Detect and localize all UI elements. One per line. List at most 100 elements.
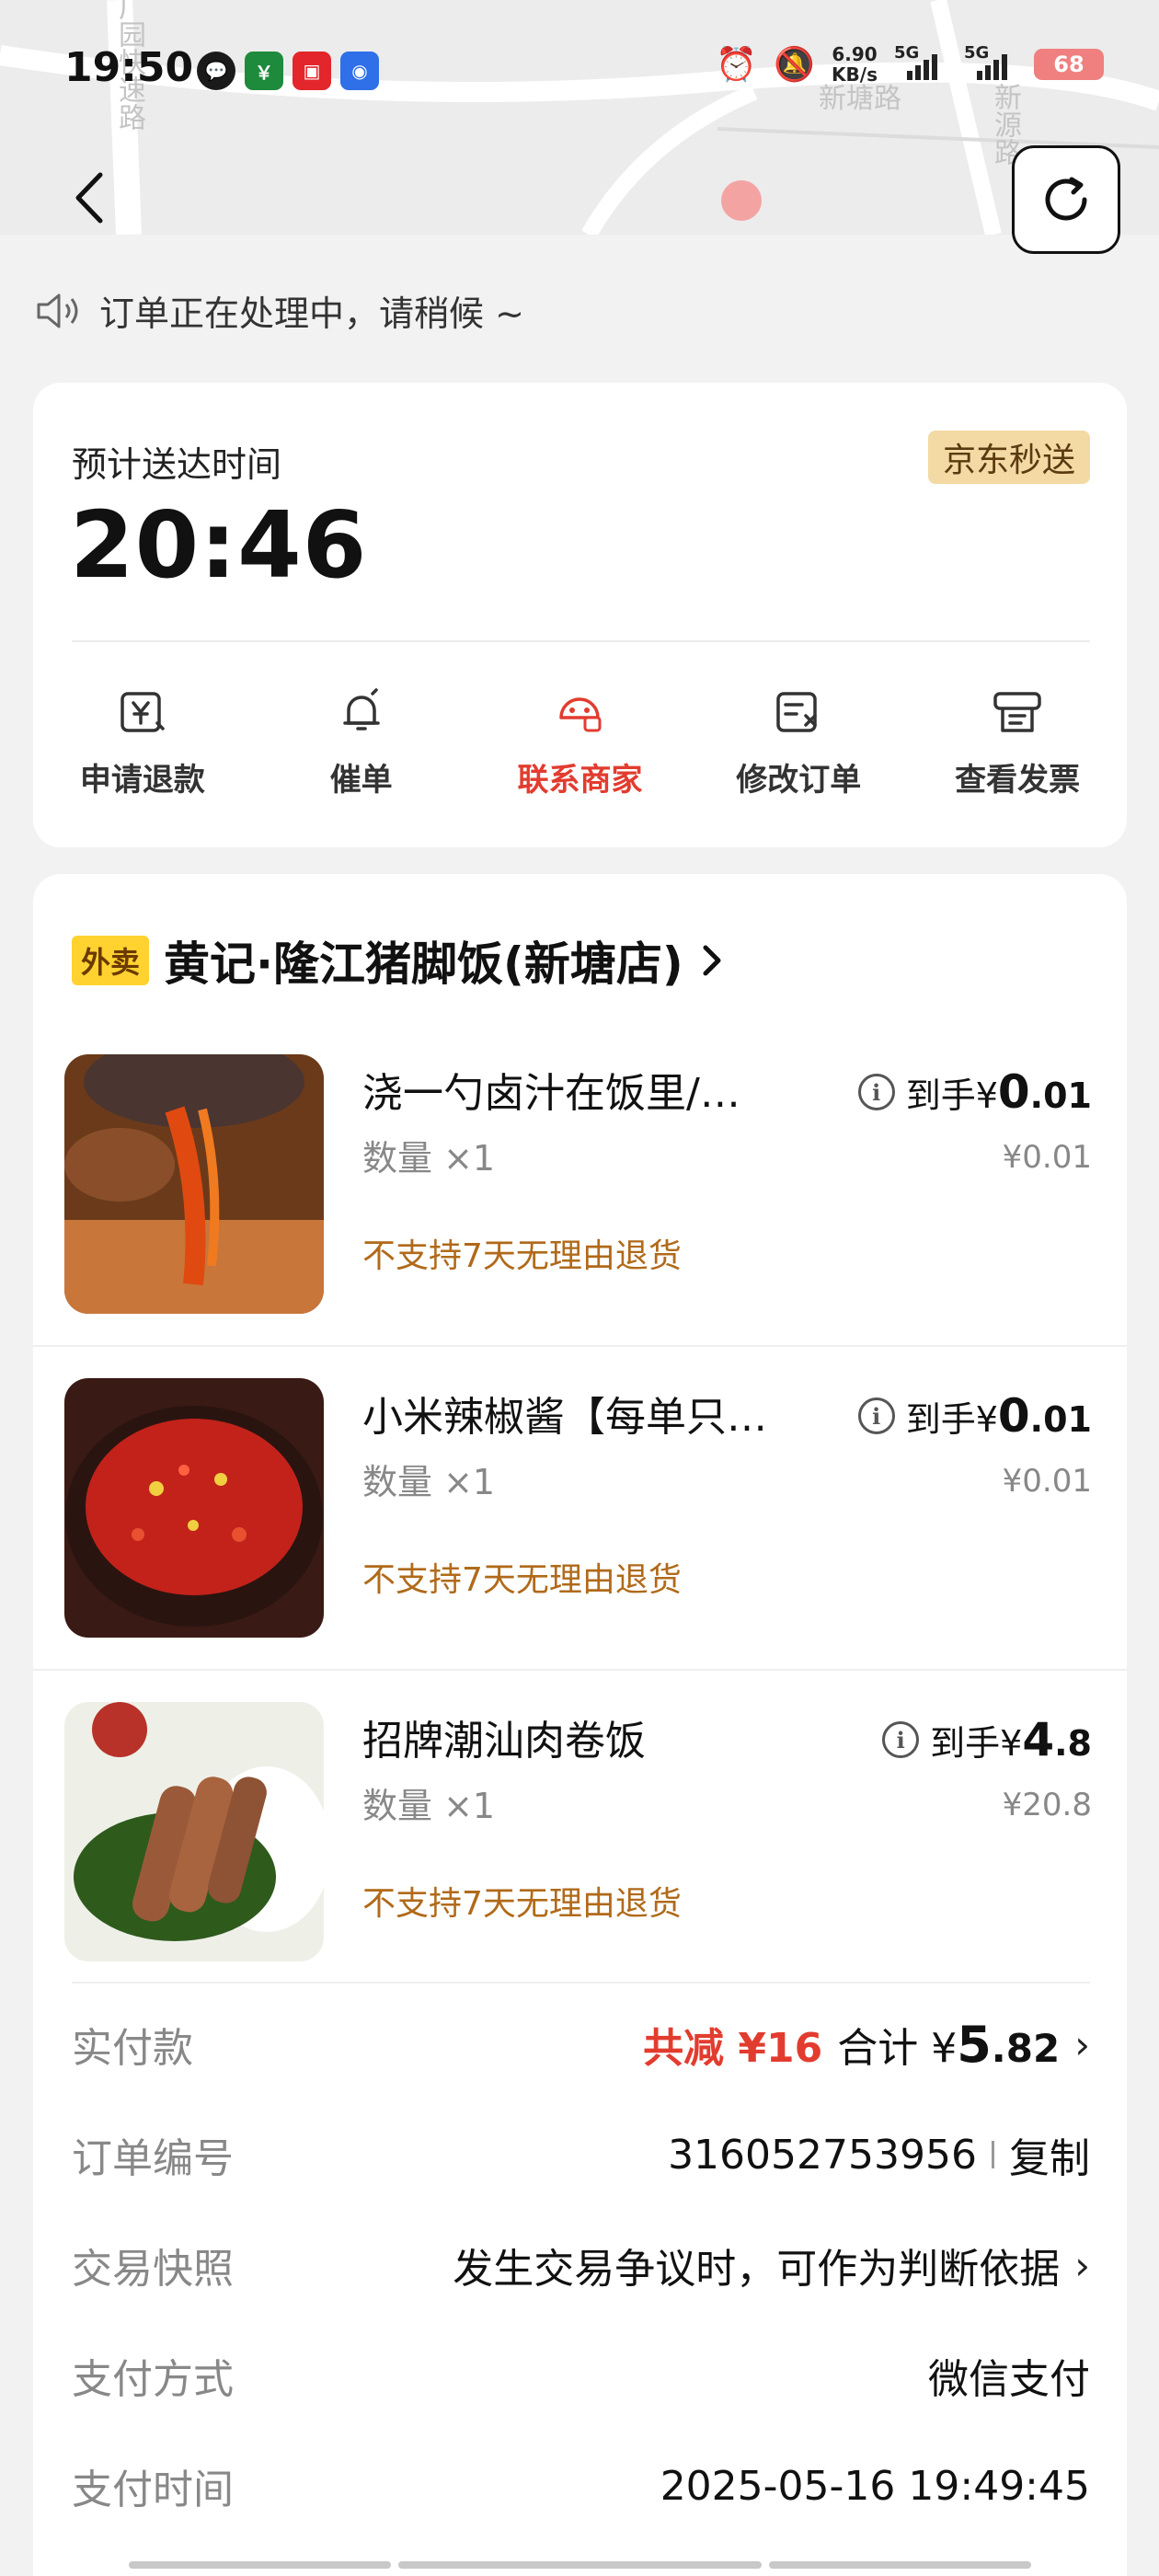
delivery-card: 预计送达时间 20:46 京东秒送 申请退款 催单 联系商家 修改订单 查看发票 (33, 383, 1127, 847)
payment-time-row: 支付时间 2025-05-16 19:49:45 (72, 2449, 1090, 2523)
action-label: 申请退款 (79, 762, 205, 799)
item-name: 小米辣椒酱【每单只… (362, 1394, 767, 1441)
item-quantity: 数量 ×1 (362, 1138, 496, 1179)
chevron-right-icon: › (1074, 2242, 1090, 2288)
notice-text: 订单正在处理中，请稍候 ~ (99, 293, 524, 334)
order-number-label: 订单编号 (72, 2135, 234, 2182)
item-quantity: 数量 ×1 (362, 1462, 496, 1502)
merchant-chat-icon (559, 697, 602, 732)
braised-sauce-photo (64, 1054, 324, 1314)
original-price: ¥20.8 (1002, 1787, 1092, 1823)
item-name: 浇一勺卤汁在饭里/… (362, 1070, 740, 1117)
action-label: 查看发票 (955, 762, 1081, 799)
back-arrow-icon (75, 172, 103, 224)
item-price: i 到手¥0.01 (857, 1389, 1092, 1443)
action-label: 催单 (329, 762, 393, 799)
wechat-icon: 💬 (197, 52, 235, 90)
signal-label: 5G (964, 43, 990, 63)
mute-bell-icon: 🔕 (774, 46, 816, 84)
signal-icon: 5G (894, 43, 947, 80)
refund-icon (120, 692, 165, 732)
chili-sauce-photo (64, 1378, 324, 1638)
view-invoice-button[interactable]: 查看发票 (908, 686, 1127, 799)
snapshot-value: 发生交易争议时，可作为判断依据 › (453, 2236, 1090, 2294)
store-name: 黄记·隆江猪脚饭(新塘店) (164, 937, 683, 991)
order-item[interactable]: 小米辣椒酱【每单只… 数量 ×1 不支持7天无理由退货 i 到手¥0.01 ¥0… (33, 1345, 1127, 1669)
return-policy: 不支持7天无理由退货 (362, 1561, 682, 1599)
network-speed-value: 6.90 (832, 43, 878, 65)
contact-merchant-button[interactable]: 联系商家 (471, 686, 690, 799)
network-speed-unit: KB/s (832, 63, 878, 86)
refresh-icon (1045, 177, 1087, 221)
total-amount: 合计 ¥5.82 (837, 2016, 1061, 2074)
nfc-icon: ◉ (340, 52, 379, 90)
divider (33, 1345, 1127, 1347)
chevron-right-icon: › (1074, 2021, 1090, 2067)
map-background: 广园快速路 新塘路 新源路 (0, 0, 1159, 235)
paid-amount-row[interactable]: 实付款 共减 ¥16 合计 ¥5.82 › (72, 2007, 1090, 2081)
info-icon[interactable]: i (882, 1721, 920, 1758)
action-label: 修改订单 (736, 762, 862, 799)
order-item[interactable]: 浇一勺卤汁在饭里/… 数量 ×1 不支持7天无理由退货 i 到手¥0.01 ¥0… (33, 1021, 1127, 1345)
edit-order-icon (776, 692, 818, 732)
divider (72, 1982, 1090, 1984)
signal-icon: 5G (964, 43, 1017, 80)
paid-label: 实付款 (72, 2025, 193, 2072)
scroll-indicator (129, 2561, 1031, 2569)
status-bar: 19:50 💬 ￥ ▣ ◉ ⏰ 🔕 6.90 KB/s 5G 5G 68 (0, 37, 1159, 110)
order-card: 外卖 黄记·隆江猪脚饭(新塘店) 浇一勺卤汁在饭里/… 数量 ×1 不支持7天无… (33, 874, 1127, 2576)
urge-order-button[interactable]: 催单 (252, 686, 471, 799)
item-quantity: 数量 ×1 (362, 1786, 496, 1826)
takeout-tag: 外卖 (72, 936, 150, 985)
item-price: i 到手¥0.01 (857, 1065, 1092, 1119)
back-button[interactable] (66, 166, 112, 230)
info-icon[interactable]: i (857, 1074, 895, 1110)
order-number-row: 订单编号 316052753956 复制 (72, 2118, 1090, 2191)
speaker-icon (37, 293, 78, 328)
item-photo (64, 1702, 324, 1961)
status-time: 19:50 (64, 44, 194, 91)
discount-amount: 共减 ¥16 (643, 2025, 823, 2072)
chevron-right-icon (703, 945, 721, 976)
signal-label: 5G (894, 43, 920, 63)
item-price: i 到手¥4.8 (882, 1713, 1092, 1766)
original-price: ¥0.01 (1002, 1463, 1092, 1500)
order-item[interactable]: 招牌潮汕肉卷饭 数量 ×1 不支持7天无理由退货 i 到手¥4.8 ¥20.8 (33, 1669, 1127, 1993)
refresh-button[interactable] (1012, 145, 1120, 254)
snapshot-text: 发生交易争议时，可作为判断依据 (453, 2246, 1061, 2293)
unionpay-icon: ▣ (293, 52, 331, 90)
eta-time: 20:46 (70, 491, 368, 599)
item-photo (64, 1378, 324, 1638)
payment-method-value: 微信支付 (928, 2356, 1090, 2403)
meat-roll-rice-photo (64, 1702, 324, 1961)
payment-method-label: 支付方式 (72, 2356, 234, 2403)
payment-time-value: 2025-05-16 19:49:45 (660, 2462, 1090, 2510)
order-number-value: 316052753956 复制 (668, 2125, 1090, 2184)
divider (72, 640, 1090, 642)
item-photo (64, 1054, 324, 1314)
order-number: 316052753956 (668, 2131, 977, 2179)
final-price: 到手¥0.01 (905, 1065, 1092, 1119)
battery-indicator: 68 (1034, 49, 1104, 80)
status-indicators: ⏰ 🔕 6.90 KB/s 5G 5G 68 (716, 43, 1104, 86)
service-badge: 京东秒送 (927, 431, 1090, 484)
action-label: 联系商家 (517, 762, 643, 799)
store-header[interactable]: 外卖 黄记·隆江猪脚饭(新塘店) (72, 927, 726, 994)
order-actions: 申请退款 催单 联系商家 修改订单 查看发票 (33, 686, 1127, 799)
order-status-notice: 订单正在处理中，请稍候 ~ (35, 285, 524, 336)
refund-button[interactable]: 申请退款 (33, 686, 252, 799)
info-icon[interactable]: i (857, 1397, 895, 1434)
item-name: 招牌潮汕肉卷饭 (362, 1718, 646, 1765)
divider (992, 2141, 994, 2168)
status-app-icons: 💬 ￥ ▣ ◉ (197, 52, 379, 90)
payment-method-row: 支付方式 微信支付 (72, 2339, 1090, 2412)
copy-button[interactable]: 复制 (1009, 2125, 1090, 2184)
bank-app-icon: ￥ (245, 52, 283, 90)
invoice-icon (993, 692, 1041, 732)
paid-value: 共减 ¥16 合计 ¥5.82 › (643, 2015, 1090, 2074)
alarm-icon: ⏰ (716, 46, 758, 84)
return-policy: 不支持7天无理由退货 (362, 1237, 682, 1275)
snapshot-row[interactable]: 交易快照 发生交易争议时，可作为判断依据 › (72, 2228, 1090, 2302)
snapshot-label: 交易快照 (72, 2246, 234, 2293)
modify-order-button[interactable]: 修改订单 (689, 686, 908, 799)
